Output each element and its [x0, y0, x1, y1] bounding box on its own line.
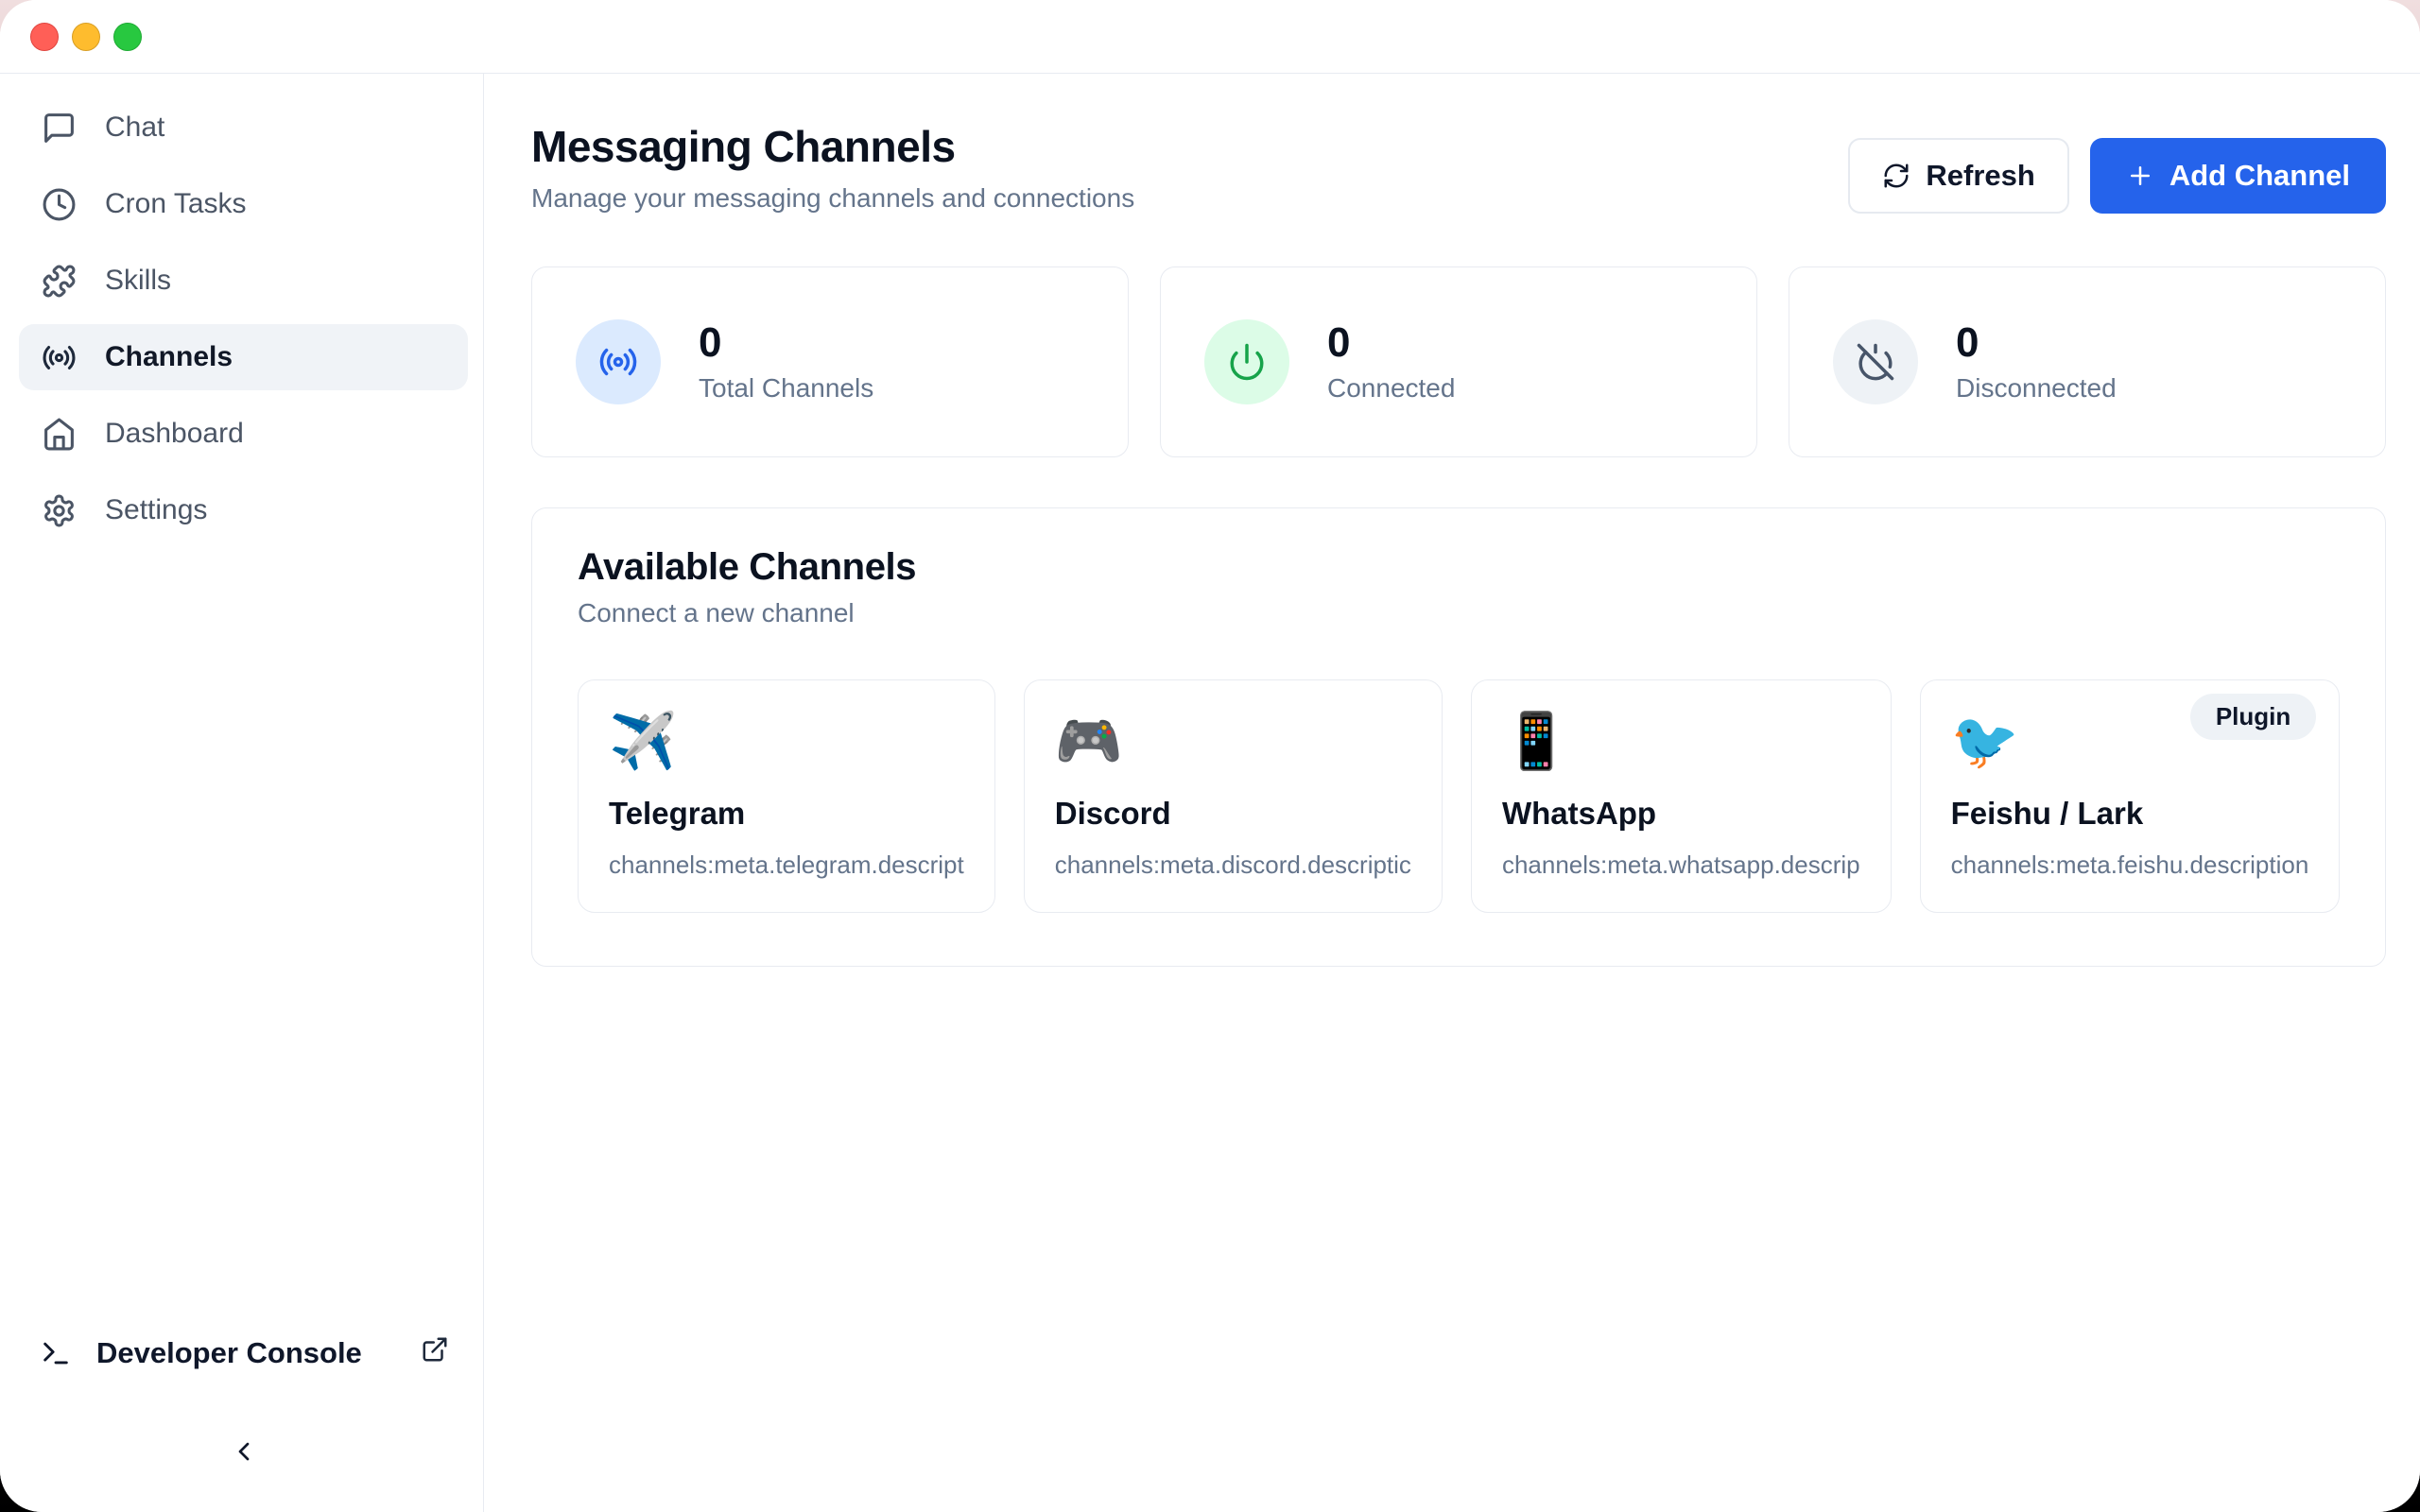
- sidebar: Chat Cron Tasks Skills Channels Dashboar…: [0, 74, 484, 1512]
- sidebar-item-skills[interactable]: Skills: [19, 248, 468, 314]
- gear-icon: [42, 493, 77, 528]
- game-controller-emoji-icon: 🎮: [1055, 709, 1411, 775]
- channel-description: channels:meta.feishu.description: [1951, 850, 2309, 880]
- minimize-window-button[interactable]: [72, 23, 100, 51]
- developer-console-link[interactable]: Developer Console: [19, 1323, 468, 1383]
- stat-value: 0: [1956, 320, 2117, 366]
- refresh-icon: [1882, 162, 1910, 190]
- chat-bubble-icon: [42, 111, 77, 146]
- sidebar-item-cron-tasks[interactable]: Cron Tasks: [19, 171, 468, 237]
- page-title: Messaging Channels: [531, 121, 1134, 172]
- app-window: Chat Cron Tasks Skills Channels Dashboar…: [0, 0, 2420, 1512]
- sidebar-item-label: Channels: [105, 341, 233, 373]
- radio-icon: [42, 340, 77, 375]
- sidebar-item-chat[interactable]: Chat: [19, 94, 468, 161]
- stat-label: Disconnected: [1956, 373, 2117, 404]
- sidebar-item-label: Cron Tasks: [105, 188, 247, 220]
- sidebar-item-label: Settings: [105, 494, 207, 526]
- plugin-badge: Plugin: [2190, 694, 2316, 740]
- channel-description: channels:meta.discord.descriptic: [1055, 850, 1411, 880]
- channel-name: Discord: [1055, 796, 1411, 832]
- main-content: Messaging Channels Manage your messaging…: [484, 74, 2420, 1512]
- channel-description: channels:meta.whatsapp.descrip: [1502, 850, 1860, 880]
- stat-card-connected: 0 Connected: [1160, 266, 1757, 457]
- page-subtitle: Manage your messaging channels and conne…: [531, 183, 1134, 214]
- mobile-phone-emoji-icon: 📱: [1502, 709, 1860, 775]
- panel-subtitle: Connect a new channel: [578, 598, 2340, 628]
- stat-card-disconnected: 0 Disconnected: [1789, 266, 2386, 457]
- stat-label: Connected: [1327, 373, 1455, 404]
- channels-grid: ✈️ Telegram channels:meta.telegram.descr…: [578, 679, 2340, 913]
- power-off-icon: [1833, 319, 1918, 404]
- channel-card-whatsapp[interactable]: 📱 WhatsApp channels:meta.whatsapp.descri…: [1471, 679, 1892, 913]
- zoom-window-button[interactable]: [113, 23, 142, 51]
- sidebar-item-label: Skills: [105, 265, 171, 297]
- puzzle-icon: [42, 264, 77, 299]
- sidebar-item-label: Chat: [105, 112, 164, 144]
- airplane-emoji-icon: ✈️: [609, 709, 964, 775]
- channel-name: WhatsApp: [1502, 796, 1860, 832]
- developer-console-label: Developer Console: [96, 1336, 362, 1370]
- page-header: Messaging Channels Manage your messaging…: [531, 121, 1134, 214]
- sidebar-footer: Developer Console: [19, 1323, 468, 1480]
- home-icon: [42, 417, 77, 452]
- channel-card-telegram[interactable]: ✈️ Telegram channels:meta.telegram.descr…: [578, 679, 995, 913]
- refresh-button[interactable]: Refresh: [1848, 138, 2068, 214]
- channel-card-discord[interactable]: 🎮 Discord channels:meta.discord.descript…: [1024, 679, 1443, 913]
- panel-title: Available Channels: [578, 546, 2340, 589]
- plus-icon: [2126, 162, 2154, 190]
- clock-icon: [42, 187, 77, 222]
- stat-value: 0: [1327, 320, 1455, 366]
- sidebar-item-label: Dashboard: [105, 418, 244, 450]
- stat-value: 0: [699, 320, 873, 366]
- collapse-sidebar-button[interactable]: [216, 1423, 272, 1480]
- terminal-icon: [40, 1337, 72, 1369]
- sidebar-item-settings[interactable]: Settings: [19, 477, 468, 543]
- channel-card-feishu-lark[interactable]: Plugin 🐦 Feishu / Lark channels:meta.fei…: [1920, 679, 2341, 913]
- stat-label: Total Channels: [699, 373, 873, 404]
- add-channel-button[interactable]: Add Channel: [2090, 138, 2386, 214]
- radio-icon: [576, 319, 661, 404]
- sidebar-item-dashboard[interactable]: Dashboard: [19, 401, 468, 467]
- channel-name: Feishu / Lark: [1951, 796, 2309, 832]
- channel-name: Telegram: [609, 796, 964, 832]
- power-icon: [1204, 319, 1289, 404]
- close-window-button[interactable]: [30, 23, 59, 51]
- stat-card-total-channels: 0 Total Channels: [531, 266, 1129, 457]
- channel-description: channels:meta.telegram.descript: [609, 850, 964, 880]
- titlebar: [0, 0, 2420, 74]
- stats-row: 0 Total Channels 0 Connected: [531, 266, 2386, 457]
- available-channels-panel: Available Channels Connect a new channel…: [531, 507, 2386, 967]
- chevron-left-icon: [229, 1436, 259, 1467]
- external-link-icon[interactable]: [421, 1335, 449, 1371]
- sidebar-item-channels[interactable]: Channels: [19, 324, 468, 390]
